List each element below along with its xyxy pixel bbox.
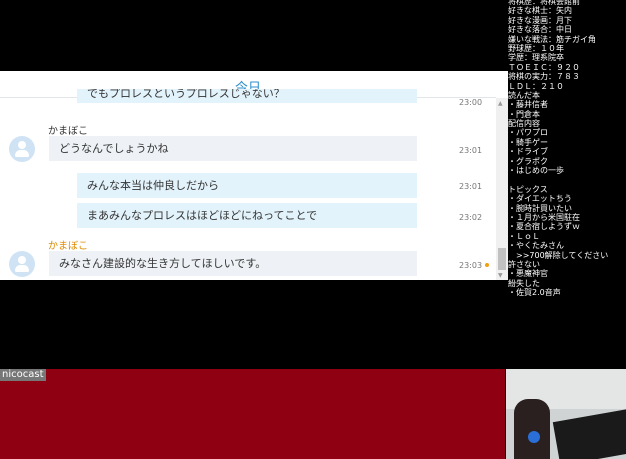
message-bubble: どうなんでしょうかね [49, 136, 417, 161]
overlay-line: ・パワプロ [508, 128, 548, 138]
hand [514, 399, 550, 459]
overlay-line: ＬＤＬ：２１０ [508, 81, 564, 91]
profile-overlay-text: 将棋歴：将棋会館前 好きな棋士：矢内 好きな漫画：月下 好きな落合：中日 嫌いな戦法：筋… [508, 0, 626, 298]
scroll-down-icon[interactable]: ▼ [498, 272, 503, 279]
message-time: 23:02 [459, 213, 483, 222]
overlay-line: ・腕時計買いたい [508, 203, 572, 213]
overlay-line: ・ＬｏＬ [508, 231, 540, 241]
overlay-line [508, 175, 626, 184]
overlay-line: ・佐賀2.0音声 [508, 288, 561, 298]
overlay-line: 学歴：理系院卒 [508, 53, 564, 63]
unread-dot-icon [485, 263, 489, 267]
message-time: 23:03 [459, 261, 483, 270]
overlay-line: 配信内容 [508, 119, 540, 129]
overlay-line: ・１月から米国駐在 [508, 212, 580, 222]
message-bubble: みなさん建設的な生き方してほしいです。 [49, 251, 417, 276]
overlay-line: ・はじめの一歩 [508, 166, 564, 176]
overlay-line: 許さない [508, 259, 540, 269]
overlay-line: ・やくたみさん [508, 241, 564, 251]
overlay-line: >>700解除してください [508, 250, 609, 260]
sender-name: かまぼこ [48, 126, 88, 137]
overlay-line: 紛失した [508, 278, 540, 288]
mouse [528, 431, 540, 443]
avatar [9, 251, 35, 277]
overlay-line: トピックス [508, 184, 548, 194]
overlay-line: ・ダイエットちう [508, 194, 572, 204]
message-bubble: まあみんなプロレスはほどほどにねってことで [77, 203, 417, 228]
message-time: 23:00 [459, 98, 483, 107]
banner-label: nicocast [0, 369, 46, 381]
overlay-line: ＴＯＥＩＣ：９２０ [508, 62, 580, 72]
scrollbar-thumb[interactable] [498, 248, 506, 270]
overlay-line: 好きな落合：中日 [508, 25, 572, 35]
overlay-line: ・夏合宿しようずｗ [508, 222, 580, 232]
message-time: 23:01 [459, 182, 483, 191]
overlay-line: 好きな棋士：矢内 [508, 6, 572, 16]
overlay-line: ・悪魔神官 [508, 269, 548, 279]
message-bubble-partial: でもプロレスというプロレスじゃない？ [77, 89, 417, 103]
scroll-up-icon[interactable]: ▲ [498, 100, 503, 107]
message-bubble: みんな本当は仲良しだから [77, 173, 417, 198]
message-time: 23:01 [459, 146, 483, 155]
overlay-line: 将棋の実力：７８３ [508, 72, 580, 82]
keyboard [552, 408, 626, 459]
overlay-line: ・門倉本 [508, 109, 540, 119]
sender-name: かまぼこ [48, 241, 88, 252]
nicocast-banner: nicocast [0, 369, 505, 459]
overlay-line: ・ドライブ [508, 147, 548, 157]
chat-scrollbar[interactable]: ▲ ▼ [496, 98, 508, 280]
overlay-line: 好きな漫画：月下 [508, 15, 572, 25]
overlay-line: ・グラポク [508, 156, 548, 166]
overlay-line: ・騎手ゲー [508, 137, 548, 147]
overlay-line: ・藤井信者 [508, 100, 548, 110]
overlay-line: 読んだ本 [508, 90, 540, 100]
webcam-view [506, 369, 626, 459]
avatar [9, 136, 35, 162]
chat-window: 今日 でもプロレスというプロレスじゃない？ 23:00 かまぼこ どうなんでしょ… [0, 71, 508, 280]
overlay-line: 嫌いな戦法：筋チガイ角 [508, 34, 596, 44]
overlay-line: 野球歴：１０年 [508, 43, 564, 53]
